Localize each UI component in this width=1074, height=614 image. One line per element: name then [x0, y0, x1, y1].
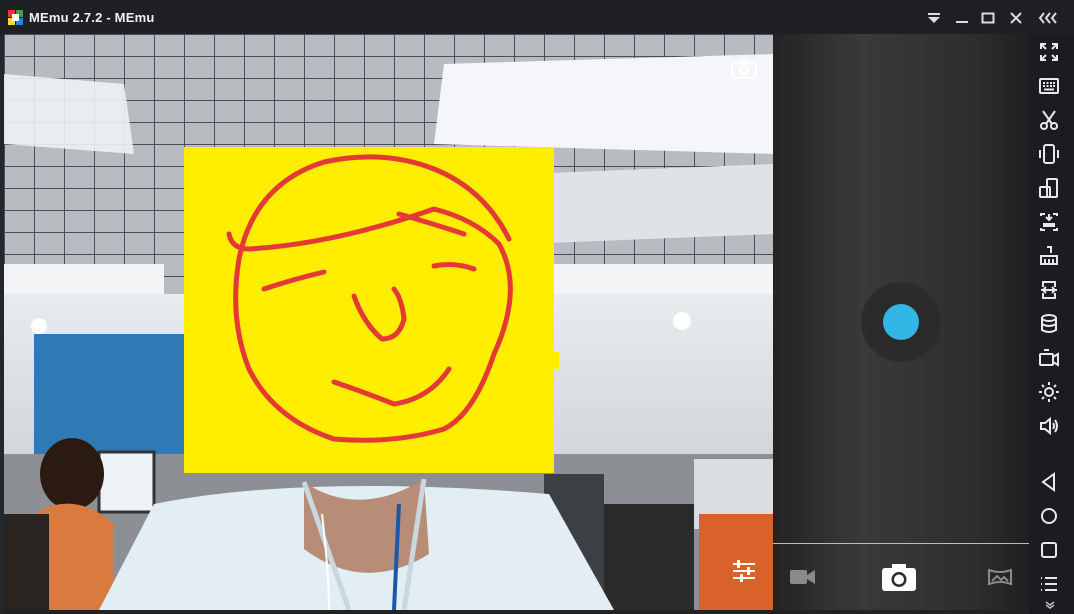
window-title: MEmu 2.7.2 - MEmu: [29, 10, 155, 25]
home-icon[interactable]: [1037, 504, 1061, 528]
minimize-icon[interactable]: [953, 9, 971, 27]
settings-sliders-icon[interactable]: [730, 558, 758, 584]
panel-divider: [773, 543, 1029, 544]
record-video-icon[interactable]: [1037, 346, 1061, 370]
collapse-sidebar-icon[interactable]: [1037, 9, 1059, 27]
settings-gear-icon[interactable]: [1037, 380, 1061, 404]
office-scene-image: [4, 34, 773, 610]
volume-icon[interactable]: [1037, 414, 1061, 438]
memu-logo-icon: [8, 10, 23, 25]
recent-apps-icon[interactable]: [1037, 538, 1061, 562]
title-bar: MEmu 2.7.2 - MEmu: [0, 0, 1074, 35]
close-icon[interactable]: [1007, 9, 1025, 27]
keyboard-mapping-icon[interactable]: [1037, 74, 1061, 98]
dropdown-icon[interactable]: [925, 9, 943, 27]
data-storage-icon[interactable]: [1037, 312, 1061, 336]
install-apk-icon[interactable]: [1037, 210, 1061, 234]
fullscreen-icon[interactable]: [1037, 40, 1061, 64]
shake-icon[interactable]: [1037, 142, 1061, 166]
clean-broom-icon[interactable]: [1037, 244, 1061, 268]
switch-camera-icon[interactable]: [730, 58, 758, 80]
rotate-icon[interactable]: [1037, 176, 1061, 200]
photo-mode-icon[interactable]: [880, 561, 918, 593]
maximize-icon[interactable]: [979, 9, 997, 27]
video-mode-icon[interactable]: [789, 566, 817, 588]
shutter-button[interactable]: [883, 304, 919, 340]
screenshot-scissors-icon[interactable]: [1037, 108, 1061, 132]
camera-preview[interactable]: [4, 34, 773, 610]
panorama-mode-icon[interactable]: [987, 566, 1013, 588]
file-transfer-icon[interactable]: [1037, 278, 1061, 302]
expand-more-icon[interactable]: [1044, 600, 1056, 610]
menu-icon[interactable]: [1037, 572, 1061, 596]
back-icon[interactable]: [1037, 470, 1061, 494]
